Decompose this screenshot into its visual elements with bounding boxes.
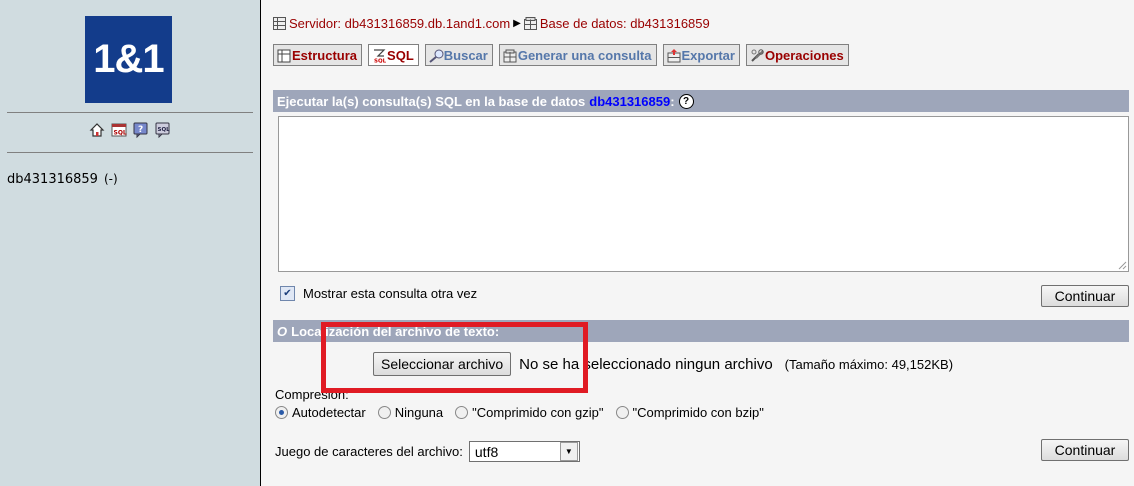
- svg-text:SQL: SQL: [158, 127, 171, 133]
- tab-estructura[interactable]: Estructura: [273, 44, 363, 66]
- sql-icon: SQL: [372, 48, 387, 64]
- radio-unselected[interactable]: [455, 406, 469, 419]
- left-navigation-frame: 1&1 SQL ? SQL db431316859 (-): [0, 0, 261, 486]
- home-icon[interactable]: [89, 122, 105, 138]
- svg-text:?: ?: [138, 125, 143, 135]
- tab-exportar[interactable]: Exportar: [662, 44, 740, 66]
- help-icon[interactable]: ?: [133, 122, 149, 139]
- structure-icon: [277, 49, 291, 62]
- show-query-again-row[interactable]: ✔ Mostrar esta consulta otra vez: [280, 286, 477, 301]
- server-icon: [273, 17, 286, 30]
- main-frame: Servidor: db431316859.db.1and1.com ▶ Bas…: [261, 0, 1134, 486]
- brand-logo[interactable]: 1&1: [85, 16, 172, 103]
- radio-selected[interactable]: [275, 406, 288, 419]
- compression-options: Autodetectar Ninguna "Comprimido con gzi…: [275, 405, 764, 420]
- divider: [7, 152, 253, 153]
- charset-value: utf8: [474, 443, 499, 460]
- database-name[interactable]: db431316859: [589, 94, 670, 109]
- database-icon: [523, 17, 537, 30]
- compression-option-autodetect[interactable]: Autodetectar: [275, 405, 366, 420]
- breadcrumb-separator: ▶: [513, 18, 521, 29]
- breadcrumb: Servidor: db431316859.db.1and1.com ▶ Bas…: [273, 16, 710, 31]
- search-icon: [429, 49, 444, 63]
- compression-option-bzip[interactable]: "Comprimido con bzip": [615, 405, 764, 420]
- table-count: (-): [103, 172, 118, 186]
- sql-query-icon[interactable]: SQL: [111, 122, 127, 138]
- help-icon[interactable]: ?: [678, 93, 694, 109]
- show-query-again-label: Mostrar esta consulta otra vez: [303, 286, 478, 301]
- divider: [7, 112, 253, 113]
- query-builder-icon: [503, 49, 517, 62]
- max-size-text: (Tamaño máximo: 49,152KB): [784, 356, 954, 372]
- radio-unselected[interactable]: [615, 406, 629, 419]
- continue-button-sql[interactable]: Continuar: [1041, 285, 1129, 307]
- tab-generar-consulta[interactable]: Generar una consulta: [498, 44, 657, 66]
- tab-bar: Estructura SQL SQL Buscar Generar una co…: [273, 44, 849, 66]
- charset-row: Juego de caracteres del archivo: utf8 ▼: [275, 441, 580, 462]
- tab-buscar[interactable]: Buscar: [424, 44, 493, 66]
- show-query-again-checkbox[interactable]: ✔: [280, 286, 295, 301]
- tab-operaciones[interactable]: Operaciones: [745, 44, 849, 66]
- nav-icon-bar: SQL ? SQL: [0, 122, 260, 139]
- operations-icon: [750, 48, 764, 62]
- charset-select[interactable]: utf8 ▼: [468, 441, 580, 462]
- svg-text:SQL: SQL: [114, 130, 127, 137]
- server-link[interactable]: Servidor: db431316859.db.1and1.com: [289, 16, 510, 31]
- database-link[interactable]: db431316859: [7, 172, 98, 187]
- radio-unselected[interactable]: [377, 406, 391, 419]
- continue-button-upload[interactable]: Continuar: [1041, 439, 1129, 461]
- chevron-down-icon[interactable]: ▼: [559, 442, 578, 461]
- export-icon: [667, 48, 680, 62]
- database-list-item[interactable]: db431316859 (-): [7, 172, 118, 187]
- database-link[interactable]: Base de datos: db431316859: [540, 16, 710, 31]
- highlight-annotation-box: [321, 322, 588, 393]
- sql-query-textarea[interactable]: [278, 116, 1129, 272]
- resize-grip-icon[interactable]: [1117, 260, 1127, 270]
- compression-option-none[interactable]: Ninguna: [377, 405, 443, 420]
- svg-text:SQL: SQL: [374, 58, 387, 63]
- tab-sql[interactable]: SQL SQL: [368, 44, 419, 66]
- docs-icon[interactable]: SQL: [155, 122, 171, 139]
- charset-label: Juego de caracteres del archivo:: [275, 444, 463, 459]
- compression-option-gzip[interactable]: "Comprimido con gzip": [455, 405, 604, 420]
- sql-section-header: Ejecutar la(s) consulta(s) SQL en la bas…: [273, 90, 1129, 112]
